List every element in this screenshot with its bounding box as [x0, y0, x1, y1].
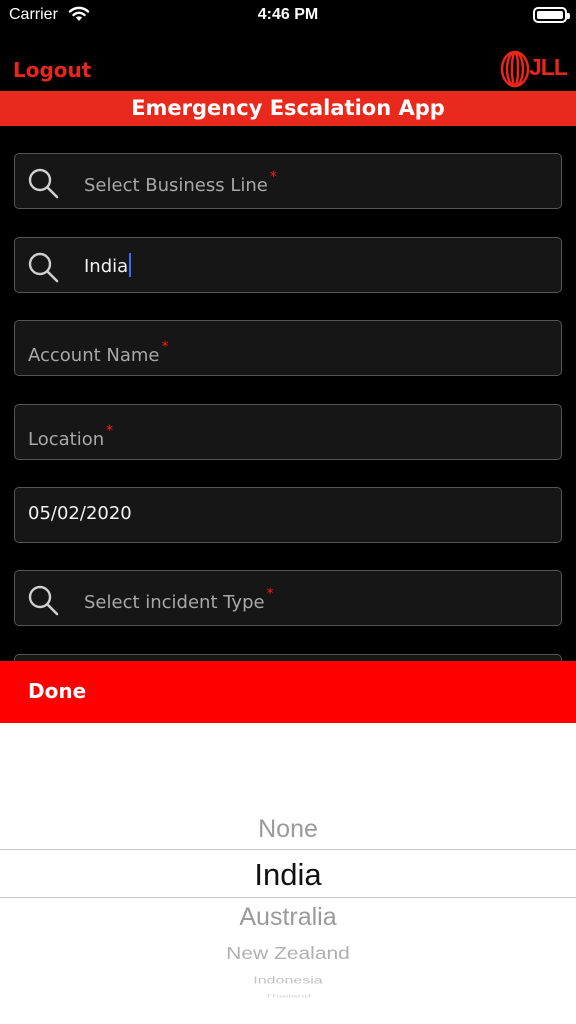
search-icon: [28, 168, 59, 199]
done-button[interactable]: Done: [28, 679, 86, 703]
jll-logo-icon: [500, 50, 530, 88]
page-title: Emergency Escalation App: [0, 91, 576, 126]
country-search-input[interactable]: India: [14, 237, 562, 293]
picker-selection-bottom-line: [0, 897, 576, 898]
country-value: India: [84, 253, 132, 277]
business-line-placeholder: Select Business Line *: [84, 169, 277, 196]
picker-option[interactable]: Indonesia: [0, 975, 576, 987]
business-line-field[interactable]: Select Business Line *: [14, 153, 562, 209]
incident-type-placeholder: Select incident Type *: [84, 586, 274, 613]
location-field[interactable]: Location *: [14, 404, 562, 460]
date-value: 05/02/2020: [28, 503, 132, 524]
required-mark: *: [106, 423, 114, 439]
picker-selection-top-line: [0, 849, 576, 850]
country-picker[interactable]: None India Australia New Zealand Indones…: [0, 723, 576, 1024]
clock: 4:46 PM: [257, 6, 319, 23]
search-icon: [28, 252, 59, 283]
status-bar: Carrier 4:46 PM: [0, 0, 576, 34]
required-mark: *: [269, 169, 277, 185]
picker-option[interactable]: Australia: [0, 903, 576, 932]
jll-logo: JLL: [500, 50, 570, 88]
battery-icon: [533, 7, 570, 23]
picker-option[interactable]: None: [0, 815, 576, 844]
logo-text: JLL: [529, 54, 568, 80]
logout-button[interactable]: Logout: [13, 58, 91, 82]
date-field[interactable]: 05/02/2020: [14, 487, 562, 543]
location-placeholder: Location *: [28, 423, 114, 450]
account-name-field[interactable]: Account Name *: [14, 320, 562, 376]
incident-type-field[interactable]: Select incident Type *: [14, 570, 562, 626]
account-name-placeholder: Account Name *: [28, 339, 169, 366]
required-mark: *: [161, 339, 169, 355]
text-caret: [129, 253, 132, 277]
picker-toolbar: Done: [0, 661, 576, 723]
search-icon: [28, 585, 59, 616]
picker-option[interactable]: New Zealand: [0, 944, 576, 964]
picker-option-selected[interactable]: India: [0, 857, 576, 893]
picker-option[interactable]: Thailand: [0, 994, 576, 999]
required-mark: *: [266, 586, 274, 602]
